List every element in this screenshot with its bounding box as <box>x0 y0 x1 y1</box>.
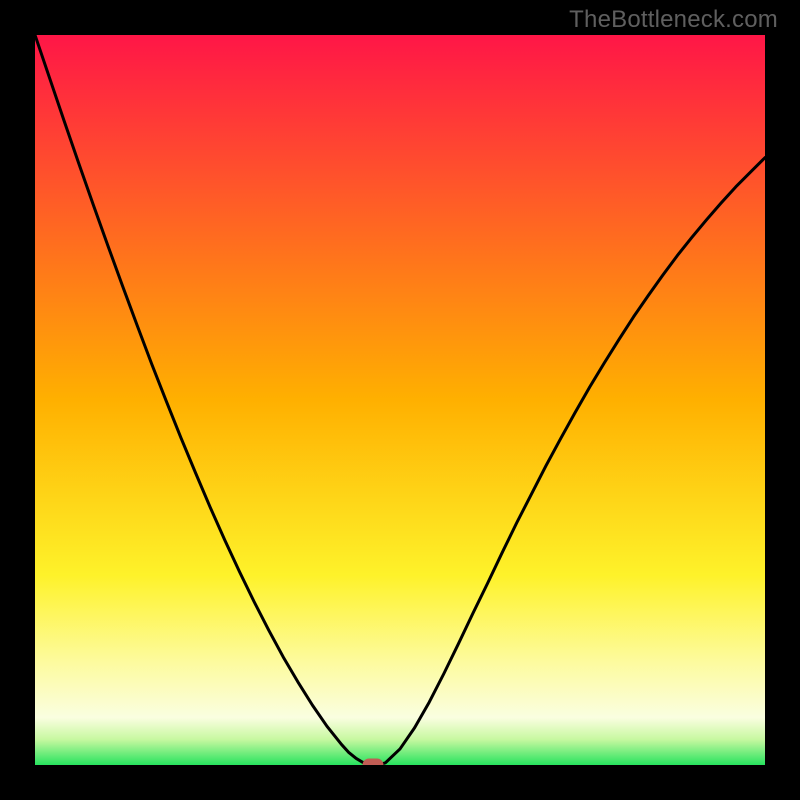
chart-frame: TheBottleneck.com <box>0 0 800 800</box>
bottleneck-curve-chart <box>35 35 765 765</box>
gradient-background <box>35 35 765 765</box>
plot-area <box>35 35 765 765</box>
watermark-text: TheBottleneck.com <box>569 6 778 34</box>
optimal-point-marker <box>363 759 384 766</box>
